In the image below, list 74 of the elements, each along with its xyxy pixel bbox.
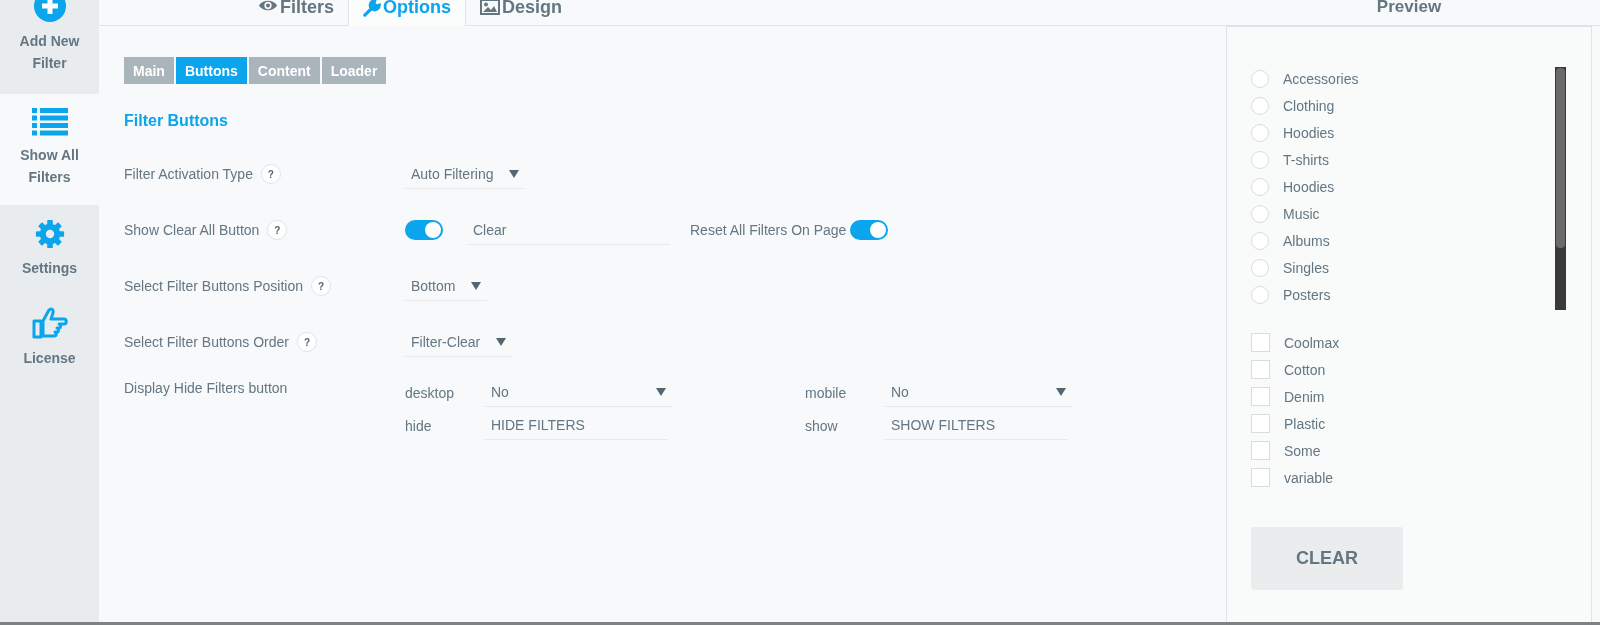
gear-icon: [34, 219, 65, 249]
radio-button[interactable]: [1251, 177, 1269, 196]
wrench-icon: [363, 0, 382, 17]
thumbs-up-icon: [31, 307, 68, 339]
select-dropdown[interactable]: Bottom: [405, 271, 488, 301]
checkbox[interactable]: [1251, 360, 1270, 379]
tab[interactable]: Filters: [244, 0, 349, 25]
setting-label: Show Clear All Button: [124, 222, 260, 238]
preview-title: Preview: [1375, 1, 1443, 18]
radio-button[interactable]: [1251, 96, 1269, 115]
setting-label: Display Hide Filters button: [124, 380, 288, 396]
help-icon[interactable]: ?: [296, 332, 317, 352]
help-icon[interactable]: ?: [267, 220, 288, 240]
select-dropdown[interactable]: No: [885, 378, 1072, 407]
text-field[interactable]: Clear: [467, 215, 670, 245]
caret-icon: [471, 281, 482, 290]
toggle-switch[interactable]: [405, 220, 443, 240]
checkbox[interactable]: [1251, 414, 1270, 433]
help-icon[interactable]: ?: [311, 276, 331, 296]
section-heading: Filter Buttons: [124, 112, 229, 130]
caret-icon: [496, 337, 507, 346]
option-label: variable: [1284, 469, 1334, 486]
option-label: Clothing: [1283, 97, 1335, 114]
image-icon: [480, 0, 501, 15]
setting-label: Reset All Filters On Page: [690, 222, 847, 238]
radio-button[interactable]: [1251, 69, 1269, 88]
tab[interactable]: Design: [466, 0, 577, 25]
radio-button[interactable]: [1251, 258, 1269, 277]
select-dropdown[interactable]: Filter-Clear: [405, 327, 513, 357]
option-label: Accessories: [1283, 70, 1359, 87]
checkbox[interactable]: [1251, 387, 1270, 406]
option-label: Plastic: [1284, 415, 1326, 432]
option-label: Singles: [1283, 259, 1329, 276]
caret-icon: [509, 169, 520, 178]
setting-label: Filter Activation Type: [124, 166, 253, 182]
text-field[interactable]: HIDE FILTERS: [485, 411, 668, 440]
setting-label: Select Filter Buttons Position: [124, 278, 303, 294]
caret-icon: [656, 388, 666, 396]
field-label: mobile: [805, 384, 848, 401]
setting-label: Select Filter Buttons Order: [124, 334, 289, 350]
checkbox[interactable]: [1251, 441, 1270, 460]
radio-button[interactable]: [1251, 123, 1269, 142]
help-icon[interactable]: ?: [260, 164, 281, 184]
checkbox[interactable]: [1251, 333, 1270, 352]
clear-button[interactable]: CLEAR: [1251, 527, 1403, 590]
option-label: Coolmax: [1284, 334, 1340, 351]
option-label: Posters: [1283, 286, 1331, 303]
option-label: Hoodies: [1283, 124, 1335, 141]
field-label: show: [805, 417, 839, 434]
sub-tab[interactable]: Buttons: [175, 57, 247, 84]
radio-button[interactable]: [1251, 204, 1269, 223]
option-label: Cotton: [1284, 361, 1326, 378]
radio-button[interactable]: [1251, 150, 1269, 169]
caret-icon: [1056, 388, 1066, 396]
radio-button[interactable]: [1251, 285, 1269, 304]
plus-icon: [33, 0, 66, 22]
select-dropdown[interactable]: Auto Filtering: [405, 159, 526, 189]
checkbox[interactable]: [1251, 468, 1270, 487]
option-label: T-shirts: [1283, 151, 1329, 168]
list-icon: [31, 108, 68, 136]
option-label: Some: [1284, 442, 1321, 459]
field-label: hide: [405, 417, 433, 434]
select-dropdown[interactable]: No: [485, 378, 672, 407]
option-label: Albums: [1283, 232, 1330, 249]
option-label: Hoodies: [1283, 178, 1335, 195]
tab[interactable]: Options: [348, 0, 467, 26]
text-field[interactable]: SHOW FILTERS: [885, 411, 1068, 440]
scrollbar[interactable]: [1555, 67, 1566, 310]
toggle-switch[interactable]: [850, 220, 889, 240]
option-label: Music: [1283, 205, 1320, 222]
field-label: desktop: [405, 384, 456, 401]
radio-button[interactable]: [1251, 231, 1269, 250]
sidebar-item[interactable]: Show All Filters: [0, 94, 99, 205]
option-label: Denim: [1284, 388, 1325, 405]
